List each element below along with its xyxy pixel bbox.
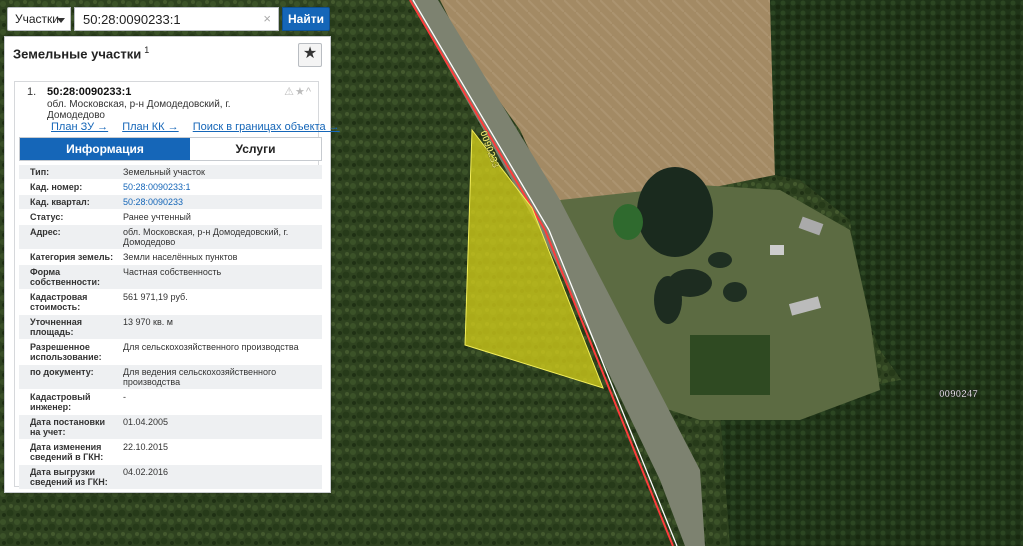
row-key: Дата изменения сведений в ГКН: — [30, 442, 104, 462]
row-value: - — [123, 392, 126, 402]
row-value[interactable]: 50:28:0090233:1 — [117, 180, 322, 194]
row-key: Кадастровая стоимость: — [30, 292, 88, 312]
tab-services[interactable]: Услуги — [190, 138, 321, 160]
row-value: Для сельскохозяйственного производства — [123, 342, 299, 352]
panel-title: Земельные участки 1 — [13, 45, 149, 61]
tab-info[interactable]: Информация — [20, 138, 190, 160]
row-key: Кадастровый инженер: — [30, 392, 91, 412]
row-key: Адрес: — [30, 227, 61, 237]
result-index: 1. — [27, 86, 37, 98]
layer-dropdown[interactable]: Участки — [7, 7, 71, 31]
table-row: Кадастровая стоимость: 561 971,19 руб. — [19, 290, 322, 315]
table-row: Кад. квартал: 50:28:0090233 — [19, 195, 322, 210]
tabs: Информация Услуги — [19, 137, 322, 161]
result-cad-number[interactable]: 50:28:0090233:1 — [47, 86, 131, 98]
favorites-star-icon[interactable]: ★ — [298, 43, 322, 67]
row-value: 04.02.2016 — [123, 467, 169, 477]
details-table: Тип: Земельный участок Кад. номер: 50:28:0… — [19, 165, 322, 490]
chevron-down-icon — [57, 18, 65, 23]
close-icon[interactable]: × — [263, 11, 271, 26]
results-panel: Земельные участки 1 ★ 1. 50:28:0090233:1 … — [4, 36, 340, 493]
table-row: Форма собственности: Частная собственност… — [19, 265, 322, 290]
row-value: обл. Московская, р-н Домодедовский, г. Д… — [123, 227, 289, 247]
table-row: Тип: Земельный участок — [19, 165, 322, 180]
table-row: Дата изменения сведений в ГКН: 22.10.2015 — [19, 440, 322, 465]
row-key: Дата постановки на учет: — [30, 417, 106, 437]
panel-title-text: Земельные участки — [13, 46, 142, 62]
row-value[interactable]: 50:28:0090233 — [117, 195, 322, 209]
row-key: Тип: — [30, 167, 50, 177]
block-cadastral-label: 0090247 — [939, 389, 978, 400]
row-value: 01.04.2005 — [123, 417, 169, 427]
result-card: 1. 50:28:0090233:1 обл. Московская, р-н … — [14, 81, 340, 490]
row-key: Дата выгрузки сведений из ГКН: — [30, 467, 108, 487]
search-button[interactable]: Найти — [282, 7, 330, 31]
result-count: 1 — [144, 45, 150, 55]
row-key: по документу: — [30, 367, 94, 377]
table-row: Кадастровый инженер: - — [19, 390, 322, 415]
link-plan-zu[interactable]: План ЗУ → — [51, 121, 108, 133]
search-bar: Участки 50:28:0090233:1 × Найти — [4, 4, 331, 34]
row-key: Уточненная площадь: — [30, 317, 82, 337]
row-key: Кад. квартал: — [30, 197, 90, 207]
row-value: Ранее учтенный — [123, 212, 191, 222]
table-row: Дата выгрузки сведений из ГКН: 04.02.2016 — [19, 465, 322, 490]
table-row: Дата постановки на учет: 01.04.2005 — [19, 415, 322, 440]
row-key: Разрешенное использование: — [30, 342, 102, 362]
row-value: Для ведения сельскохозяйственного произв… — [123, 367, 277, 387]
table-row: Разрешенное использование: Для сельскохоз… — [19, 340, 322, 365]
result-action-icons[interactable]: ⚠★^ — [284, 85, 312, 98]
row-value: Земли населённых пунктов — [123, 252, 238, 262]
search-query: 50:28:0090233:1 — [83, 12, 181, 27]
table-row: Адрес: обл. Московская, р-н Домодедовский… — [19, 225, 322, 250]
row-value: 561 971,19 руб. — [123, 292, 188, 302]
row-value: Частная собственность — [123, 267, 222, 277]
layer-dropdown-label: Участки — [15, 12, 59, 26]
table-row: по документу: Для ведения сельскохозяйств… — [19, 365, 322, 390]
search-input[interactable]: 50:28:0090233:1 × — [74, 7, 279, 31]
row-value: Земельный участок — [123, 167, 205, 177]
link-plan-kk[interactable]: План КК → — [122, 121, 178, 133]
row-key: Статус: — [30, 212, 64, 222]
row-key: Кад. номер: — [30, 182, 83, 192]
result-links: План ЗУ → План КК → Поиск в границах объ… — [51, 121, 351, 133]
table-row: Статус: Ранее учтенный — [19, 210, 322, 225]
row-key: Категория земель: — [30, 252, 114, 262]
row-value: 22.10.2015 — [123, 442, 169, 452]
table-row: Уточненная площадь: 13 970 кв. м — [19, 315, 322, 340]
table-row: Категория земель: Земли населённых пункто… — [19, 250, 322, 265]
link-search-in-bounds[interactable]: Поиск в границах объекта → — [193, 121, 340, 133]
row-key: Форма собственности: — [30, 267, 100, 287]
table-row: Кад. номер: 50:28:0090233:1 — [19, 180, 322, 195]
result-address: обл. Московская, р-н Домодедовский, г. Д… — [47, 99, 231, 121]
row-value: 13 970 кв. м — [123, 317, 173, 327]
